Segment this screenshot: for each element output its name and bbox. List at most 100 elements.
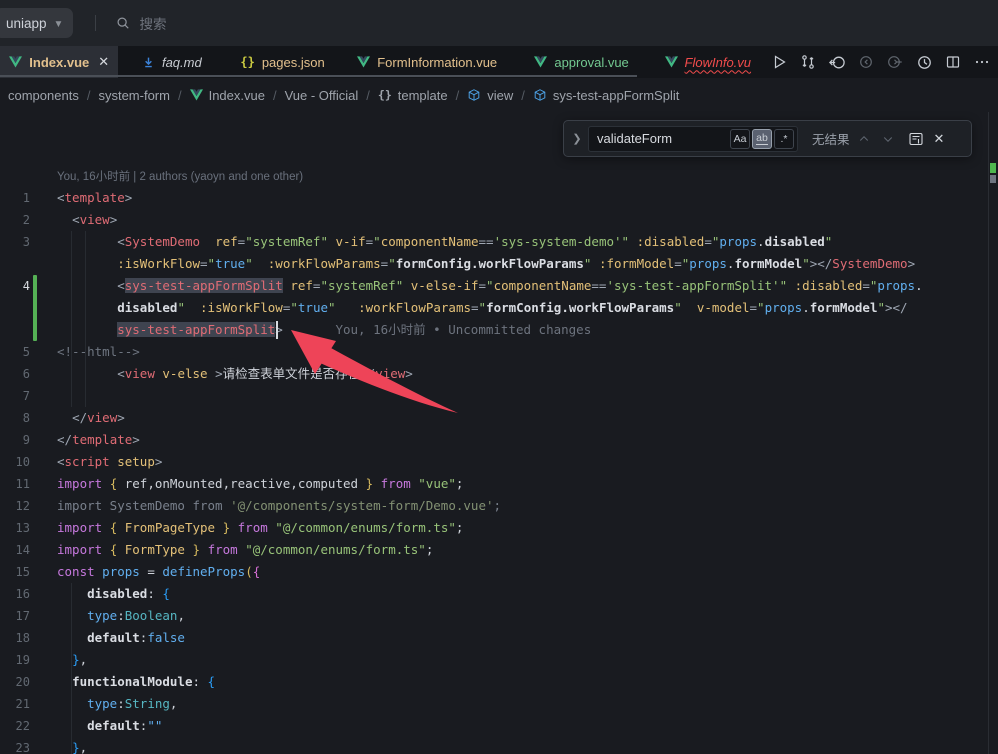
code-row[interactable]: 17 type:Boolean, [0, 605, 984, 627]
tab-approval-vue[interactable]: approval.vue [515, 46, 649, 78]
toggle-replace-chevron-icon[interactable]: ❯ [570, 132, 584, 145]
code-row[interactable]: 7 [0, 385, 984, 407]
code-row[interactable]: 12import SystemDemo from '@/components/s… [0, 495, 984, 517]
line-number[interactable]: 16 [0, 583, 40, 605]
code-row[interactable]: 15const props = defineProps({ [0, 561, 984, 583]
line-number[interactable]: 20 [0, 671, 40, 693]
breadcrumb-system-form[interactable]: system-form [98, 88, 170, 103]
line-number[interactable]: 13 [0, 517, 40, 539]
code-row[interactable]: 5<!--html--> [0, 341, 984, 363]
project-menu[interactable]: uniapp ▼ [0, 8, 73, 38]
line-number[interactable]: 10 [0, 451, 40, 473]
code-row[interactable]: 10<script setup> [0, 451, 984, 473]
code-row[interactable]: 19 }, [0, 649, 984, 671]
global-search[interactable]: 搜索 [116, 13, 166, 33]
breadcrumb-template[interactable]: {} template [378, 88, 448, 103]
code-row[interactable]: 22 default:"" [0, 715, 984, 737]
tabbar-scrollbar[interactable] [0, 75, 637, 77]
chevron-down-icon: ▼ [54, 19, 64, 30]
timeline-button[interactable] [912, 50, 936, 74]
run-button[interactable] [767, 50, 791, 74]
find-next-button[interactable] [878, 129, 898, 149]
word-highlight: sys-test-appFormSplit [117, 322, 275, 337]
line-number[interactable]: 11 [0, 473, 40, 495]
line-number[interactable]: 1 [0, 187, 40, 209]
find-input[interactable]: validateForm Aa ab .* [588, 126, 798, 152]
match-case-button[interactable]: Aa [730, 129, 750, 149]
breadcrumb-view[interactable]: view [467, 88, 513, 103]
code-row[interactable]: You, 16小时前 | 2 authors (yaoyn and one ot… [0, 165, 984, 187]
close-icon[interactable]: ✕ [98, 54, 109, 70]
line-number[interactable]: 9 [0, 429, 40, 451]
line-number[interactable]: 3 [0, 231, 40, 253]
line-number[interactable] [0, 253, 40, 275]
line-number[interactable]: 15 [0, 561, 40, 583]
navigate-back-button[interactable] [854, 50, 878, 74]
code-row[interactable]: 3 <SystemDemo ref="systemRef" v-if="comp… [0, 231, 984, 253]
code-row[interactable]: disabled" :isWorkFlow="true" :workFlowPa… [0, 297, 984, 319]
regex-button[interactable]: .* [774, 129, 794, 149]
breadcrumb-index-vue[interactable]: Index.vue [190, 88, 265, 103]
line-number[interactable] [0, 319, 40, 341]
code-token: view [125, 366, 155, 381]
code-row[interactable]: 4 <sys-test-appFormSplit ref="systemRef"… [0, 275, 984, 297]
code-row[interactable]: sys-test-appFormSplit> You, 16小时前 • Unco… [0, 319, 984, 341]
code-token: " [674, 300, 682, 315]
line-number[interactable]: 14 [0, 539, 40, 561]
tab-forminformation-vue[interactable]: FormInformation.vue [340, 46, 515, 78]
code-row[interactable]: 8 </view> [0, 407, 984, 429]
line-number[interactable]: 6 [0, 363, 40, 385]
code-token: < [117, 366, 125, 381]
line-number[interactable]: 5 [0, 341, 40, 363]
code-row[interactable]: 23 }, [0, 737, 984, 754]
close-icon[interactable]: ✕ [934, 131, 945, 147]
code-row[interactable]: 18 default:false [0, 627, 984, 649]
line-number[interactable]: 7 [0, 385, 40, 407]
breadcrumb-vue-official[interactable]: Vue - Official [285, 88, 359, 103]
line-number[interactable]: 17 [0, 605, 40, 627]
line-number[interactable]: 22 [0, 715, 40, 737]
line-number[interactable] [0, 165, 40, 187]
breadcrumb-sys-test-appformsplit[interactable]: sys-test-appFormSplit [533, 88, 679, 103]
line-number[interactable] [0, 297, 40, 319]
line-number[interactable]: 23 [0, 737, 40, 754]
git-compare-button[interactable] [796, 50, 820, 74]
line-number[interactable]: 2 [0, 209, 40, 231]
code-row[interactable]: 1<template> [0, 187, 984, 209]
tab-pages-json[interactable]: {} pages.json [225, 46, 340, 78]
find-in-selection-button[interactable] [906, 129, 926, 149]
code-row[interactable]: 14import { FormType } from "@/common/enu… [0, 539, 984, 561]
code-token: 请检查表单文件是否存在 [223, 366, 361, 381]
code-row[interactable]: 20 functionalModule: { [0, 671, 984, 693]
code-row[interactable]: 16 disabled: { [0, 583, 984, 605]
tab-index-vue[interactable]: Index.vue ✕ [0, 46, 118, 78]
whole-word-button[interactable]: ab [752, 129, 772, 149]
line-number[interactable]: 21 [0, 693, 40, 715]
code-row[interactable]: :isWorkFlow="true" :workFlowParams="form… [0, 253, 984, 275]
find-previous-button[interactable] [854, 129, 874, 149]
tab-flowinfo-vue[interactable]: FlowInfo.vu [649, 46, 767, 78]
code-row[interactable]: 11import { ref,onMounted,reactive,comput… [0, 473, 984, 495]
code-row[interactable]: 6 <view v-else >请检查表单文件是否存在</view> [0, 363, 984, 385]
line-number[interactable]: 8 [0, 407, 40, 429]
code-row[interactable]: 2 <view> [0, 209, 984, 231]
open-changes-button[interactable] [825, 50, 849, 74]
line-number[interactable]: 12 [0, 495, 40, 517]
code-token: template [65, 190, 125, 205]
code-row[interactable]: 9</template> [0, 429, 984, 451]
breadcrumb-components[interactable]: components [8, 88, 79, 103]
more-actions-button[interactable] [970, 50, 994, 74]
code-row[interactable]: 13import { FromPageType } from "@/common… [0, 517, 984, 539]
line-number[interactable]: 19 [0, 649, 40, 671]
split-editor-button[interactable] [941, 50, 965, 74]
code-row[interactable]: 21 type:String, [0, 693, 984, 715]
code-token: . [802, 300, 810, 315]
code-line: type:Boolean, [57, 605, 185, 627]
tab-faq-md[interactable]: faq.md [118, 46, 225, 78]
line-number[interactable]: 4 [0, 275, 40, 297]
line-number[interactable]: 18 [0, 627, 40, 649]
editor-sash[interactable] [988, 112, 989, 754]
code-token: </ [57, 432, 72, 447]
code-line: functionalModule: { [57, 671, 215, 693]
navigate-forward-button[interactable] [883, 50, 907, 74]
